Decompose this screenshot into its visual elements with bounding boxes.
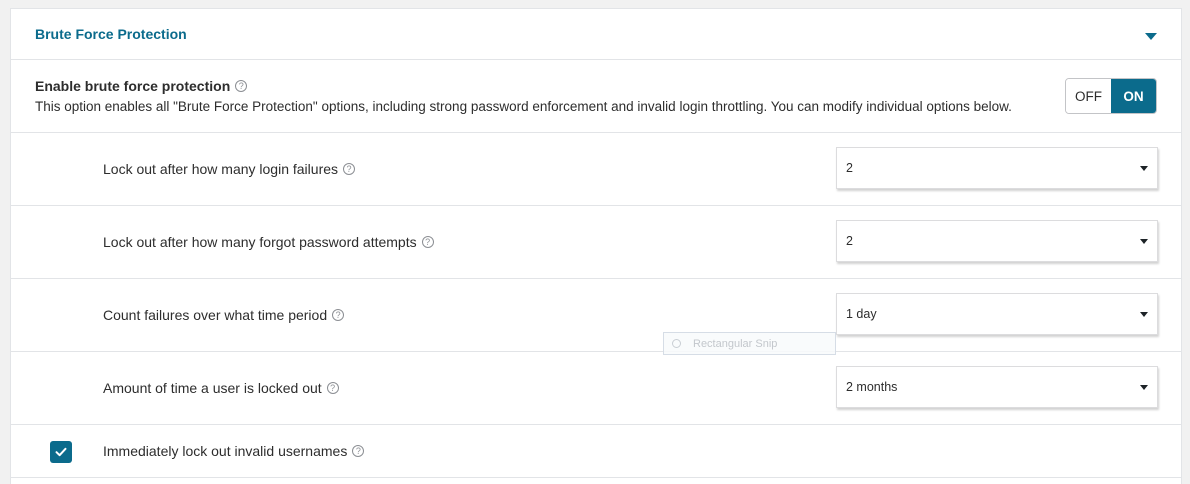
help-icon[interactable]: ?: [352, 445, 365, 457]
panel-header[interactable]: Brute Force Protection: [11, 9, 1181, 60]
caret-down-icon: [1140, 385, 1148, 390]
brute-force-panel: Brute Force Protection Enable brute forc…: [10, 8, 1182, 484]
enable-brute-force-description: This option enables all "Brute Force Pro…: [35, 99, 1012, 114]
caret-down-icon: [1140, 166, 1148, 171]
invalid-usernames-label: Immediately lock out invalid usernames: [103, 443, 348, 459]
lockout-duration-row: Amount of time a user is locked out ? 2 …: [11, 352, 1181, 425]
caret-down-icon: [1140, 312, 1148, 317]
invalid-usernames-checkbox[interactable]: [50, 441, 72, 463]
invalid-usernames-heading: Immediately lock out invalid usernames ?: [103, 443, 365, 459]
forgot-password-heading: Lock out after how many forgot password …: [103, 234, 434, 250]
time-period-heading: Count failures over what time period ?: [103, 307, 345, 323]
forgot-password-row: Lock out after how many forgot password …: [11, 206, 1181, 279]
login-failures-label: Lock out after how many login failures: [103, 161, 339, 177]
invalid-usernames-row: Immediately lock out invalid usernames ?: [11, 425, 1181, 478]
lockout-duration-select[interactable]: 2 months: [836, 366, 1158, 408]
time-period-select[interactable]: 1 day: [836, 293, 1158, 335]
help-icon[interactable]: ?: [326, 382, 339, 394]
lockout-duration-label: Amount of time a user is locked out: [103, 380, 322, 396]
checkmark-icon: [55, 447, 67, 457]
enable-brute-force-label: Enable brute force protection: [35, 78, 231, 94]
login-failures-row: Lock out after how many login failures ?…: [11, 133, 1181, 206]
panel-title: Brute Force Protection: [35, 26, 187, 42]
time-period-label: Count failures over what time period: [103, 307, 328, 323]
help-icon[interactable]: ?: [235, 80, 248, 92]
caret-down-icon: [1140, 239, 1148, 244]
forgot-password-select[interactable]: 2: [836, 220, 1158, 262]
help-icon[interactable]: ?: [421, 236, 434, 248]
lockout-duration-value: 2 months: [846, 380, 898, 394]
login-failures-heading: Lock out after how many login failures ?: [103, 161, 356, 177]
time-period-value: 1 day: [846, 307, 877, 321]
enable-brute-force-heading: Enable brute force protection ?: [35, 78, 248, 94]
brute-force-toggle[interactable]: OFF ON: [1065, 78, 1157, 114]
enable-brute-force-row: Enable brute force protection ? This opt…: [11, 60, 1181, 133]
forgot-password-label: Lock out after how many forgot password …: [103, 234, 417, 250]
help-icon[interactable]: ?: [332, 309, 345, 321]
help-icon[interactable]: ?: [343, 163, 356, 175]
time-period-row: Count failures over what time period ? 1…: [11, 279, 1181, 352]
toggle-off-button[interactable]: OFF: [1066, 79, 1111, 113]
login-failures-select[interactable]: 2: [836, 147, 1158, 189]
chevron-down-icon[interactable]: [1145, 33, 1157, 40]
forgot-password-value: 2: [846, 234, 853, 248]
login-failures-value: 2: [846, 161, 853, 175]
lockout-duration-heading: Amount of time a user is locked out ?: [103, 380, 339, 396]
toggle-on-button[interactable]: ON: [1111, 79, 1156, 113]
